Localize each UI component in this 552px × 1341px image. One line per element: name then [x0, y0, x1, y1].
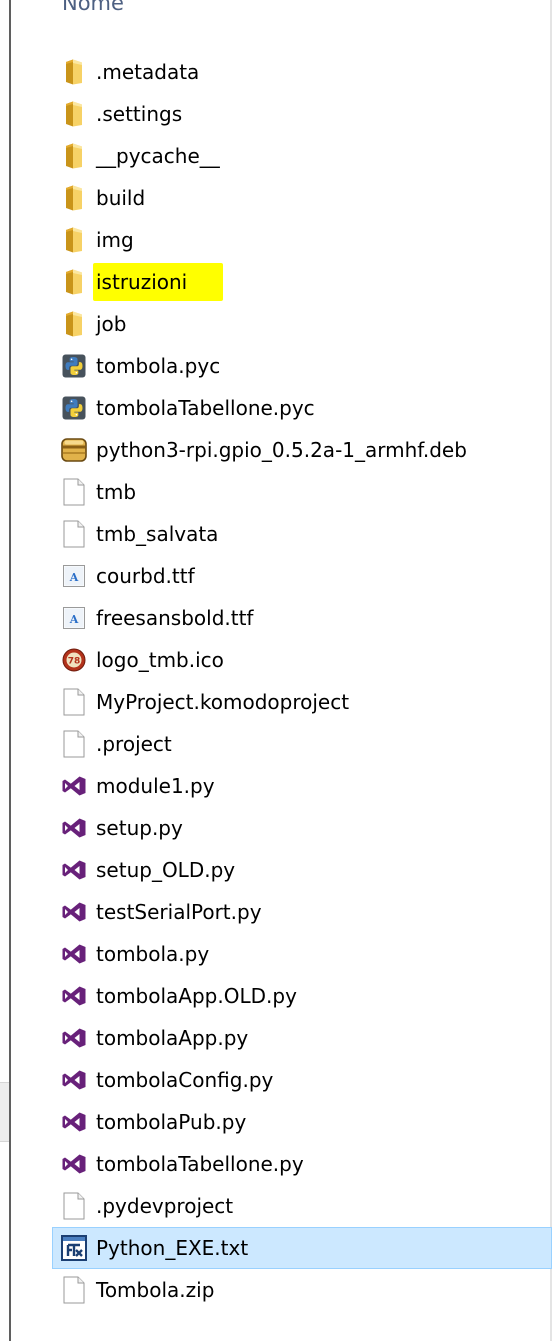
file-name: logo_tmb.ico	[96, 648, 224, 672]
folder-icon	[61, 58, 87, 86]
visual-studio-icon	[61, 1150, 87, 1178]
file-row-myproject-komodoproject[interactable]: MyProject.komodoproject	[52, 681, 552, 723]
file-name: module1.py	[96, 774, 215, 798]
file-name: python3-rpi.gpio_0.5.2a-1_armhf.deb	[96, 438, 467, 462]
file-name: tmb	[96, 480, 137, 504]
file-row-tombola-py[interactable]: tombola.py	[52, 933, 552, 975]
file-name: tombolaPub.py	[96, 1110, 247, 1134]
file-list: .metadata .settings __pycache__ build im…	[52, 51, 552, 1311]
file-row-python-exe-txt[interactable]: Python_EXE.txt	[52, 1227, 552, 1269]
file-name: img	[96, 228, 134, 252]
file-name: tombola.py	[96, 942, 210, 966]
blank-file-icon	[61, 520, 87, 548]
python-compiled-icon	[61, 352, 87, 380]
file-row-istruzioni[interactable]: istruzioni	[52, 261, 552, 303]
file-row-testserialport-py[interactable]: testSerialPort.py	[52, 891, 552, 933]
blank-file-icon	[61, 688, 87, 716]
navigation-pane-scrollbar[interactable]	[0, 1082, 9, 1142]
file-row-logo-tmb-ico[interactable]: 78 logo_tmb.ico	[52, 639, 552, 681]
blank-file-icon	[61, 1192, 87, 1220]
file-name: build	[96, 186, 146, 210]
file-row-tombolatabellone-py[interactable]: tombolaTabellone.py	[52, 1143, 552, 1185]
pane-divider[interactable]	[9, 0, 11, 1341]
folder-icon	[61, 226, 87, 254]
file-name: setup_OLD.py	[96, 858, 236, 882]
file-name: Tombola.zip	[96, 1278, 215, 1302]
visual-studio-icon	[61, 898, 87, 926]
file-row-setup-py[interactable]: setup.py	[52, 807, 552, 849]
package-icon	[61, 436, 87, 464]
file-row-courbd-ttf[interactable]: A courbd.ttf	[52, 555, 552, 597]
file-name: tombola.pyc	[96, 354, 221, 378]
column-header-name[interactable]: Nome	[62, 0, 124, 18]
file-row-tombola-pyc[interactable]: tombola.pyc	[52, 345, 552, 387]
file-name: setup.py	[96, 816, 183, 840]
font-file-icon: A	[61, 562, 87, 590]
blank-file-icon	[61, 1276, 87, 1304]
visual-studio-icon	[61, 940, 87, 968]
folder-icon	[61, 142, 87, 170]
folder-icon	[61, 184, 87, 212]
tombola-logo-icon: 78	[61, 646, 87, 674]
file-name: .settings	[96, 102, 183, 126]
file-name: .project	[96, 732, 172, 756]
file-row-project[interactable]: .project	[52, 723, 552, 765]
visual-studio-icon	[61, 814, 87, 842]
file-name: courbd.ttf	[96, 564, 195, 588]
file-name: tmb_salvata	[96, 522, 219, 546]
file-row-setup-old-py[interactable]: setup_OLD.py	[52, 849, 552, 891]
folder-icon	[61, 268, 87, 296]
visual-studio-icon	[61, 1066, 87, 1094]
file-row-metadata[interactable]: .metadata	[52, 51, 552, 93]
file-row-pydevproject[interactable]: .pydevproject	[52, 1185, 552, 1227]
file-name: tombolaApp.OLD.py	[96, 984, 297, 1008]
file-row-tombolapub-py[interactable]: tombolaPub.py	[52, 1101, 552, 1143]
visual-studio-icon	[61, 772, 87, 800]
file-name: Python_EXE.txt	[96, 1236, 249, 1260]
file-row-tmb[interactable]: tmb	[52, 471, 552, 513]
file-row-job[interactable]: job	[52, 303, 552, 345]
file-row-tombola-zip[interactable]: Tombola.zip	[52, 1269, 552, 1311]
file-explorer-pane: Nome .metadata .settings __pycache__ bui…	[0, 0, 552, 1341]
file-name: tombolaTabellone.pyc	[96, 396, 315, 420]
file-name: testSerialPort.py	[96, 900, 262, 924]
visual-studio-icon	[61, 1108, 87, 1136]
file-row-freesansbold-ttf[interactable]: A freesansbold.ttf	[52, 597, 552, 639]
folder-icon	[61, 100, 87, 128]
file-row-python3-rpi-gpio-0-5-2a-1-armhf-deb[interactable]: python3-rpi.gpio_0.5.2a-1_armhf.deb	[52, 429, 552, 471]
file-row-pycache[interactable]: __pycache__	[52, 135, 552, 177]
file-row-tombolatabellone-pyc[interactable]: tombolaTabellone.pyc	[52, 387, 552, 429]
file-name: .pydevproject	[96, 1194, 234, 1218]
file-row-tombolaapp-py[interactable]: tombolaApp.py	[52, 1017, 552, 1059]
svg-text:78: 78	[68, 657, 81, 667]
svg-text:A: A	[69, 571, 79, 584]
file-name: tombolaApp.py	[96, 1026, 249, 1050]
visual-studio-icon	[61, 1024, 87, 1052]
file-row-module1-py[interactable]: module1.py	[52, 765, 552, 807]
file-name: .metadata	[96, 60, 200, 84]
file-name: freesansbold.ttf	[96, 606, 254, 630]
file-row-img[interactable]: img	[52, 219, 552, 261]
visual-studio-icon	[61, 982, 87, 1010]
text-editor-icon	[61, 1234, 87, 1262]
file-row-settings[interactable]: .settings	[52, 93, 552, 135]
file-row-tombolaconfig-py[interactable]: tombolaConfig.py	[52, 1059, 552, 1101]
file-row-build[interactable]: build	[52, 177, 552, 219]
file-name: job	[96, 312, 127, 336]
file-row-tombolaapp-old-py[interactable]: tombolaApp.OLD.py	[52, 975, 552, 1017]
font-file-icon: A	[61, 604, 87, 632]
file-name: MyProject.komodoproject	[96, 690, 350, 714]
folder-icon	[61, 310, 87, 338]
blank-file-icon	[61, 478, 87, 506]
svg-text:A: A	[69, 613, 79, 626]
file-row-tmb-salvata[interactable]: tmb_salvata	[52, 513, 552, 555]
file-name: tombolaTabellone.py	[96, 1152, 304, 1176]
python-compiled-icon	[61, 394, 87, 422]
blank-file-icon	[61, 730, 87, 758]
file-name: __pycache__	[96, 144, 220, 168]
file-name: istruzioni	[93, 263, 224, 301]
file-name: tombolaConfig.py	[96, 1068, 274, 1092]
visual-studio-icon	[61, 856, 87, 884]
